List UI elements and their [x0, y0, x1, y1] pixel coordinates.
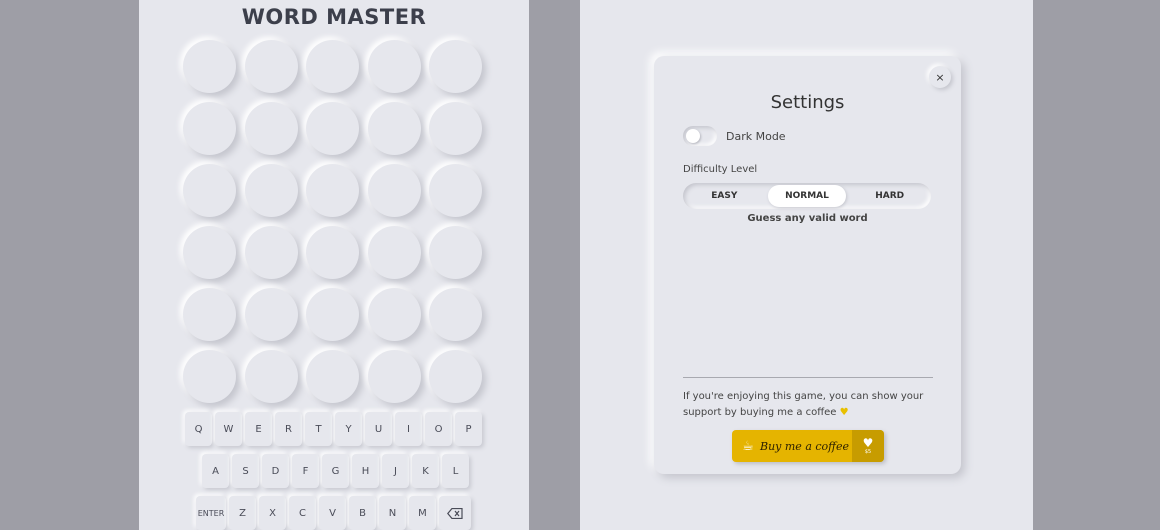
key-j[interactable]: J	[382, 454, 409, 488]
difficulty-description: Guess any valid word	[747, 213, 868, 224]
letter-tile	[429, 102, 482, 155]
key-f[interactable]: F	[292, 454, 319, 488]
settings-modal: × Settings Dark Mode Difficulty Level EA…	[654, 56, 961, 474]
key-x[interactable]: X	[259, 496, 286, 530]
letter-grid	[183, 40, 488, 412]
key-y[interactable]: Y	[335, 412, 362, 446]
key-l[interactable]: L	[442, 454, 469, 488]
game-panel: WORD MASTER QWERTYUIOP ASDFGHJKL ENTER Z X…	[139, 0, 529, 530]
key-p[interactable]: P	[455, 412, 482, 446]
grid-row	[183, 40, 488, 102]
key-c[interactable]: C	[289, 496, 316, 530]
backspace-icon	[447, 507, 463, 519]
letter-tile	[244, 40, 298, 93]
letter-tile	[244, 226, 298, 279]
letter-tile	[306, 350, 359, 403]
letter-tile	[244, 164, 298, 217]
key-d[interactable]: D	[262, 454, 289, 488]
keyboard-row-2: ASDFGHJKL	[202, 454, 472, 488]
key-q[interactable]: Q	[185, 412, 212, 446]
key-t[interactable]: T	[305, 412, 332, 446]
keyboard-row-1: QWERTYUIOP	[185, 412, 485, 446]
difficulty-option-hard[interactable]: HARD	[850, 185, 929, 207]
letter-tile	[367, 102, 421, 155]
key-r[interactable]: R	[275, 412, 302, 446]
difficulty-label: Difficulty Level	[683, 164, 758, 175]
letter-tile	[244, 288, 298, 341]
key-s[interactable]: S	[232, 454, 259, 488]
settings-panel: × Settings Dark Mode Difficulty Level EA…	[580, 0, 1033, 530]
key-i[interactable]: I	[395, 412, 422, 446]
support-text: If you're enjoying this game, you can sh…	[683, 389, 933, 421]
support-message: If you're enjoying this game, you can sh…	[683, 391, 924, 418]
difficulty-option-easy[interactable]: EASY	[685, 185, 764, 207]
letter-tile	[183, 164, 236, 217]
buy-coffee-label: Buy me a coffee	[760, 439, 849, 453]
letter-tile	[367, 288, 421, 341]
key-h[interactable]: H	[352, 454, 379, 488]
letter-tile	[367, 164, 421, 217]
letter-tile	[244, 350, 298, 403]
letter-tile	[306, 40, 359, 93]
letter-tile	[306, 164, 359, 217]
letter-tile	[367, 40, 421, 93]
letter-tile	[183, 350, 236, 403]
backspace-key[interactable]	[439, 496, 471, 530]
key-b[interactable]: B	[349, 496, 376, 530]
keyboard-row-3: ENTER Z X C V B N M	[196, 496, 474, 530]
coffee-amount: $5	[864, 449, 872, 455]
difficulty-option-normal[interactable]: NORMAL	[767, 185, 847, 207]
letter-tile	[429, 226, 482, 279]
key-u[interactable]: U	[365, 412, 392, 446]
buy-coffee-button[interactable]: ☕ Buy me a coffee ♥ $5	[732, 430, 884, 462]
key-n[interactable]: N	[379, 496, 406, 530]
dark-mode-toggle[interactable]	[683, 126, 717, 146]
key-g[interactable]: G	[322, 454, 349, 488]
grid-row	[183, 164, 488, 226]
letter-tile	[367, 226, 421, 279]
letter-tile	[429, 40, 482, 93]
letter-tile	[429, 288, 482, 341]
game-title: WORD MASTER	[241, 5, 427, 29]
key-v[interactable]: V	[319, 496, 346, 530]
close-icon: ×	[935, 70, 945, 84]
key-w[interactable]: W	[215, 412, 242, 446]
letter-tile	[183, 226, 236, 279]
grid-row	[183, 288, 488, 350]
letter-tile	[183, 40, 236, 93]
dark-mode-label: Dark Mode	[726, 130, 786, 143]
key-e[interactable]: E	[245, 412, 272, 446]
letter-tile	[306, 288, 359, 341]
letter-tile	[429, 350, 482, 403]
letter-tile	[367, 350, 421, 403]
close-button[interactable]: ×	[929, 66, 951, 88]
key-o[interactable]: O	[425, 412, 452, 446]
heart-icon: ♥	[862, 436, 874, 450]
coffee-heart-badge: ♥ $5	[852, 430, 884, 462]
key-a[interactable]: A	[202, 454, 229, 488]
key-enter[interactable]: ENTER	[196, 496, 226, 530]
toggle-knob	[686, 129, 700, 143]
coffee-cup-icon: ☕	[742, 438, 754, 454]
grid-row	[183, 102, 488, 164]
letter-tile	[429, 164, 482, 217]
letter-tile	[306, 102, 359, 155]
letter-tile	[244, 102, 298, 155]
letter-tile	[183, 288, 236, 341]
grid-row	[183, 226, 488, 288]
settings-title: Settings	[770, 92, 845, 113]
letter-tile	[306, 226, 359, 279]
heart-icon: ♥	[839, 407, 849, 418]
key-z[interactable]: Z	[229, 496, 256, 530]
divider	[683, 377, 933, 378]
key-k[interactable]: K	[412, 454, 439, 488]
key-m[interactable]: M	[409, 496, 436, 530]
grid-row	[183, 350, 488, 412]
difficulty-selector: EASY NORMAL HARD	[683, 183, 931, 209]
letter-tile	[183, 102, 236, 155]
